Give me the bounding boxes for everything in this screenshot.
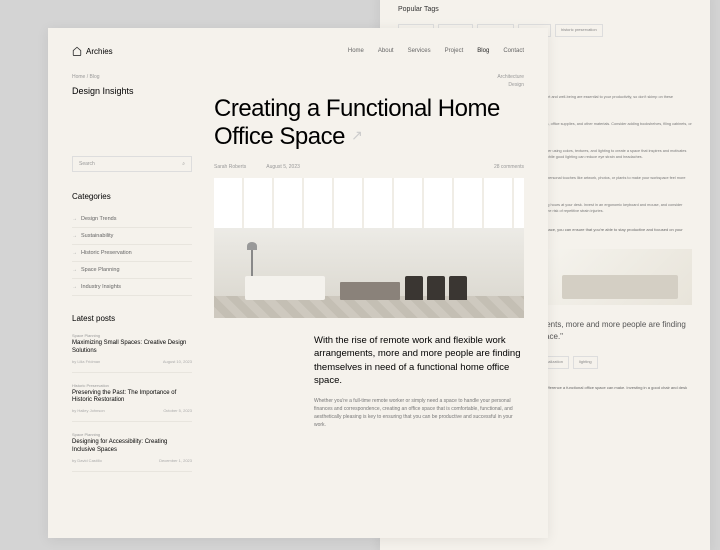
logo[interactable]: Archies xyxy=(72,46,113,56)
nav-about[interactable]: About xyxy=(378,48,394,54)
tag[interactable]: Design xyxy=(497,82,524,90)
article-meta: Sarah Roberts August 5, 2023 28 comments xyxy=(214,164,524,170)
page-primary: Archies Home About Services Project Blog… xyxy=(48,28,548,538)
article-tags: Architecture Design xyxy=(497,74,524,89)
post-title: Maximizing Small Spaces: Creative Design… xyxy=(72,340,192,356)
nav-contact[interactable]: Contact xyxy=(503,48,524,54)
post-author: by Hailey Johnson xyxy=(72,408,105,413)
office-image-2 xyxy=(548,249,692,305)
search-icon: ⌕ xyxy=(182,161,185,167)
popular-tags-title: Popular Tags xyxy=(398,4,692,16)
nav-project[interactable]: Project xyxy=(445,48,464,54)
categories-title: Categories xyxy=(72,192,192,201)
hero-image xyxy=(214,178,524,318)
author: Sarah Roberts xyxy=(214,164,246,170)
latest-posts: Space Planning Maximizing Small Spaces: … xyxy=(72,333,192,472)
post-author: by Lilia Fridman xyxy=(72,359,100,364)
sidebar: Home / Blog Design Insights Search ⌕ Cat… xyxy=(72,74,192,482)
category-item[interactable]: Space Planning xyxy=(72,262,192,279)
arrow-icon: ↗ xyxy=(351,127,362,143)
search-input[interactable]: Search ⌕ xyxy=(72,156,192,172)
nav-blog[interactable]: Blog xyxy=(477,48,489,54)
post-category: Space Planning xyxy=(72,333,192,338)
breadcrumb: Home / Blog xyxy=(72,74,192,80)
post-date: December 1, 2023 xyxy=(159,458,192,463)
categories-list: Design Trends Sustainability Historic Pr… xyxy=(72,211,192,296)
post-card[interactable]: Space Planning Designing for Accessibili… xyxy=(72,432,192,472)
post-date: August 10, 2023 xyxy=(163,359,192,364)
post-date: October 5, 2023 xyxy=(163,408,192,413)
nav: Home About Services Project Blog Contact xyxy=(348,48,524,54)
category-item[interactable]: Design Trends xyxy=(72,211,192,228)
search-placeholder: Search xyxy=(79,161,95,167)
date: August 5, 2023 xyxy=(266,164,300,170)
post-card[interactable]: Space Planning Maximizing Small Spaces: … xyxy=(72,333,192,373)
body-paragraph: Whether you're a full-time remote worker… xyxy=(314,397,524,429)
tag[interactable]: historic preservation xyxy=(555,24,603,37)
category-item[interactable]: Industry Insights xyxy=(72,279,192,296)
article-body: With the rise of remote work and flexibl… xyxy=(214,334,524,429)
category-item[interactable]: Historic Preservation xyxy=(72,245,192,262)
post-title: Designing for Accessibility: Creating In… xyxy=(72,439,192,455)
nav-home[interactable]: Home xyxy=(348,48,364,54)
tag[interactable]: lighting xyxy=(573,356,598,369)
post-card[interactable]: Historic Preservation Preserving the Pas… xyxy=(72,383,192,423)
comments-count[interactable]: 28 comments xyxy=(494,164,524,170)
post-title: Preserving the Past: The Importance of H… xyxy=(72,390,192,406)
post-category: Historic Preservation xyxy=(72,383,192,388)
house-icon xyxy=(72,46,82,56)
section-title: Design Insights xyxy=(72,86,192,96)
category-item[interactable]: Sustainability xyxy=(72,228,192,245)
article-title: Creating a Functional Home Office Space … xyxy=(214,95,524,150)
header: Archies Home About Services Project Blog… xyxy=(72,46,524,56)
main-content: Architecture Design Creating a Functiona… xyxy=(214,74,524,482)
post-author: by David Castillo xyxy=(72,458,102,463)
nav-services[interactable]: Services xyxy=(408,48,431,54)
tag[interactable]: Architecture xyxy=(497,74,524,82)
lead-paragraph: With the rise of remote work and flexibl… xyxy=(314,334,524,387)
brand-name: Archies xyxy=(86,47,113,56)
post-category: Space Planning xyxy=(72,432,192,437)
latest-title: Latest posts xyxy=(72,314,192,323)
